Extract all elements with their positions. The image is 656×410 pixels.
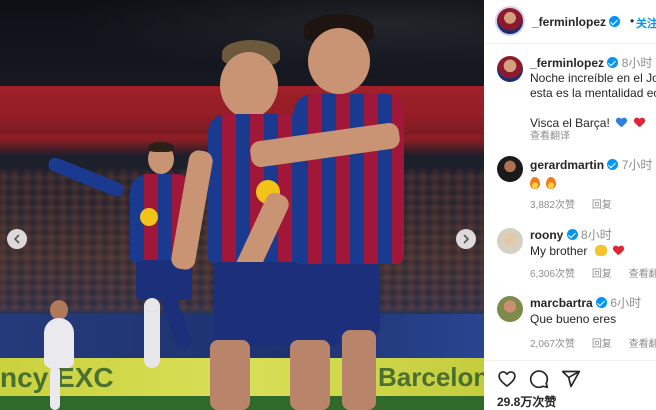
comment-time: 8小时	[581, 228, 612, 242]
post-action-bar	[484, 360, 656, 390]
send-icon[interactable]	[561, 369, 581, 389]
header-username[interactable]: _ferminlopez	[532, 15, 621, 29]
avatar[interactable]	[495, 6, 525, 36]
comment-icon[interactable]	[529, 369, 549, 389]
comment-username[interactable]: roony	[530, 228, 563, 242]
verified-badge-icon	[607, 57, 619, 68]
comment-translate-link[interactable]: 查看翻译	[629, 339, 656, 350]
header-username-text[interactable]: _ferminlopez	[532, 15, 606, 29]
chevron-right-icon[interactable]	[456, 229, 476, 249]
comment-avatar[interactable]	[497, 156, 523, 182]
comment-text: My brother	[530, 244, 588, 258]
comment-username[interactable]: marcbartra	[530, 296, 593, 310]
comment-reply-button[interactable]: 回复	[592, 200, 612, 211]
comment-text: Que bueno eres	[530, 312, 617, 326]
comment-time: 7小时	[621, 158, 653, 172]
comment-username[interactable]: gerardmartin	[530, 158, 604, 172]
comment-reply-button[interactable]: 回复	[592, 269, 612, 280]
caption-username[interactable]: _ferminlopez	[530, 56, 604, 70]
fire-icon	[546, 177, 556, 189]
verified-badge-icon	[609, 16, 621, 27]
chevron-left-icon[interactable]	[7, 229, 27, 249]
post-header: _ferminlopez • 关注	[484, 0, 656, 44]
post-side-panel: _ferminlopez • 关注 _ferminlopez 8小时 Noche…	[484, 0, 656, 410]
comment-like-count: 2,067次赞	[530, 339, 576, 350]
fire-icon	[530, 177, 540, 189]
caption-avatar[interactable]	[497, 56, 523, 82]
blue-heart-icon	[616, 118, 627, 128]
verified-badge-icon	[596, 297, 608, 308]
red-heart-icon	[634, 118, 645, 128]
comment-time: 6小时	[610, 296, 642, 310]
follow-button[interactable]: 关注	[636, 15, 656, 31]
likes-count[interactable]: 29.8万次赞	[497, 393, 556, 410]
heart-icon[interactable]	[497, 369, 517, 389]
comment-reply-button[interactable]: 回复	[592, 339, 612, 350]
post-photo: ncy EXC Barcelon	[0, 0, 484, 410]
caption-translate-link[interactable]: 查看翻译	[530, 131, 570, 142]
header-separator: •	[630, 14, 635, 28]
verified-badge-icon	[566, 229, 578, 240]
comment-like-count: 3,882次赞	[530, 200, 576, 211]
comment-avatar[interactable]	[497, 228, 523, 254]
player-hugging	[248, 14, 410, 410]
comment-translate-link[interactable]: 查看翻译	[629, 269, 656, 280]
red-heart-icon	[613, 246, 624, 256]
comment-like-count: 6,306次赞	[530, 269, 576, 280]
caption-line-1: Noche increíble en el Jo	[530, 71, 656, 85]
caption-time: 8小时	[621, 56, 653, 70]
verified-badge-icon	[607, 159, 619, 170]
caption-line-2: esta es la mentalidad ec	[530, 86, 656, 100]
player-white-kit	[42, 300, 82, 410]
comment-avatar[interactable]	[497, 296, 523, 322]
clapping-hands-icon	[594, 245, 607, 256]
